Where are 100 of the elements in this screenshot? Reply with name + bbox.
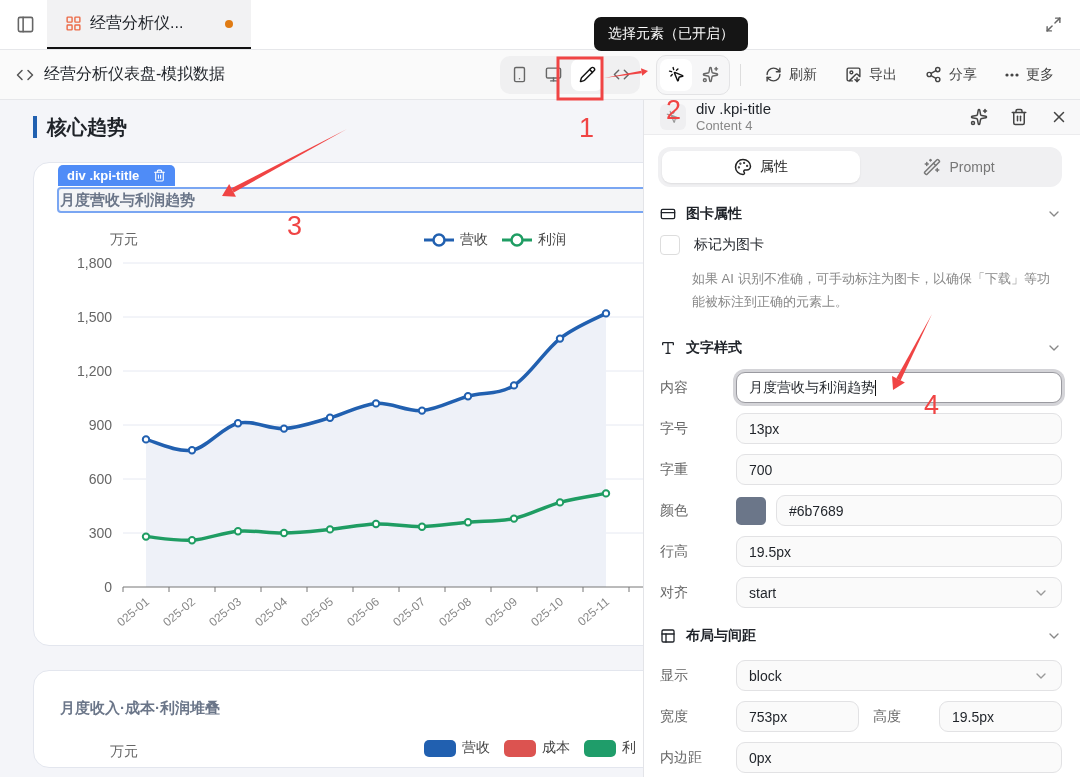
ellipsis-icon [1005, 72, 1019, 77]
legend-label: 成本 [542, 739, 570, 757]
card-icon [660, 206, 676, 222]
data-point [601, 489, 611, 498]
data-point [279, 424, 289, 433]
axis-unit: 万元 [110, 231, 138, 249]
field-label: 字号 [660, 419, 689, 438]
checkbox-label: 标记为图卡 [694, 236, 764, 254]
pointer-icon [667, 66, 685, 83]
data-point [463, 392, 473, 401]
data-point [371, 519, 381, 529]
color-swatch[interactable] [736, 496, 766, 525]
data-point [371, 399, 381, 408]
annotation-arrow [604, 68, 648, 78]
wand-icon [923, 158, 942, 176]
input-field[interactable]: 700 [736, 454, 1062, 485]
data-point [555, 498, 565, 507]
axis-tick-label: 300 [88, 525, 112, 541]
select-field[interactable]: start [736, 577, 1062, 608]
element-subtitle: Content 4 [696, 118, 754, 134]
help-text: 如果 AI 识别不准确，可手动标注为图卡，以确保「下载」等功能被标注到正确的元素上。 [691, 270, 1051, 311]
highlight-frame [556, 56, 604, 101]
checkbox[interactable] [660, 235, 680, 255]
legend-label: 利 [622, 739, 636, 757]
input-field[interactable]: 19.5px [939, 701, 1062, 732]
axis-unit: 万元 [110, 743, 138, 761]
tooltip: 选择元素（已开启） [594, 16, 748, 51]
field-label: 宽度 [660, 707, 689, 726]
input-field[interactable]: 19.5px [736, 536, 1062, 567]
field-label: 字重 [660, 460, 689, 479]
field-label: 高度 [873, 707, 902, 726]
delete-icon[interactable] [1010, 108, 1028, 126]
data-point [325, 525, 335, 534]
field-label: 内边距 [660, 748, 703, 767]
data-point [187, 536, 197, 545]
data-point [601, 309, 611, 318]
data-point [325, 413, 335, 422]
data-point [187, 446, 197, 455]
pencil-icon [578, 66, 596, 83]
axis-tick-label: 1,800 [76, 255, 112, 271]
field-label: 显示 [660, 666, 689, 685]
field-label: 颜色 [660, 501, 689, 520]
text-icon [660, 340, 676, 356]
sparkle-icon[interactable] [970, 108, 988, 126]
palette-icon [734, 158, 752, 176]
page-title: 经营分析仪表盘-模拟数据 [44, 64, 226, 84]
desktop-icon [544, 66, 562, 83]
image-icon [845, 66, 862, 83]
section-heading: 图卡属性 [686, 205, 742, 223]
field-label: 内容 [660, 378, 689, 397]
data-point [509, 381, 519, 390]
expand-icon[interactable] [1044, 16, 1062, 33]
input-field[interactable]: 13px [736, 413, 1062, 444]
element-name: div .kpi-title [696, 100, 772, 118]
data-point [141, 435, 151, 444]
export-button[interactable]: 导出 [831, 65, 911, 84]
annotation-number: 3 [287, 213, 303, 240]
section-heading: 布局与间距 [686, 627, 756, 645]
legend-label: 利润 [538, 231, 566, 249]
panel-tab[interactable]: 属性 [662, 151, 860, 183]
sidebar-toggle-icon[interactable] [15, 15, 35, 34]
data-point [233, 419, 243, 428]
data-point [463, 518, 473, 527]
annotation-number: 1 [579, 115, 595, 142]
data-point [555, 334, 565, 343]
share-icon [925, 66, 942, 83]
layout-icon [660, 628, 676, 644]
select-tool-button[interactable] [660, 58, 692, 91]
card-title[interactable]: 月度收入·成本·利润堆叠 [57, 695, 643, 721]
refresh-icon [765, 66, 782, 83]
data-point [417, 522, 427, 531]
data-point [141, 532, 151, 541]
card-title[interactable]: 月度营收与利润趋势 [57, 187, 643, 213]
axis-tick-label: 1,200 [76, 363, 112, 379]
select-field[interactable]: block [736, 660, 1062, 691]
data-point [233, 527, 243, 536]
legend-label: 营收 [460, 231, 488, 249]
tag-label: div .kpi-title [67, 168, 140, 183]
share-button[interactable]: 分享 [911, 65, 991, 84]
axis-tick-label: 0 [104, 579, 112, 595]
sparkle-icon [701, 66, 719, 83]
axis-tick-label: 900 [88, 417, 112, 433]
panel-tab[interactable]: Prompt [860, 151, 1058, 183]
field-label: 对齐 [660, 583, 689, 602]
tab-label: 经营分析仪... [90, 13, 184, 33]
more-button[interactable]: 更多 [991, 65, 1068, 84]
data-point [279, 528, 289, 538]
input-field[interactable]: #6b7689 [776, 495, 1062, 526]
section-heading: 文字样式 [686, 339, 742, 357]
document-tab[interactable]: 经营分析仪... [47, 0, 251, 49]
refresh-button[interactable]: 刷新 [751, 65, 831, 84]
axis-tick-label: 1,500 [76, 309, 112, 325]
data-point [417, 406, 427, 415]
annotation-number: 2 [666, 97, 682, 124]
axis-tick-label: 600 [88, 471, 112, 487]
input-field[interactable]: 753px [736, 701, 859, 732]
input-field[interactable]: 0px [736, 742, 1062, 773]
data-point [509, 514, 519, 523]
grid-icon [65, 15, 82, 32]
legend-label: 营收 [462, 739, 490, 757]
